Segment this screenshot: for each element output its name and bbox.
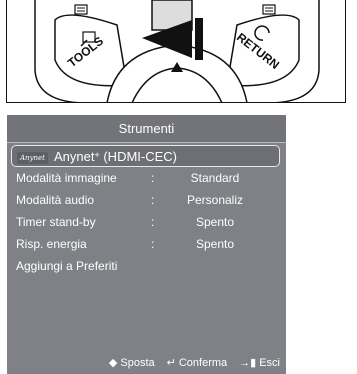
menu-item-picture-mode[interactable]: Modalità immagine : Standard xyxy=(7,167,286,189)
nav-pad xyxy=(106,44,248,102)
menu-title: Strumenti xyxy=(7,115,286,143)
footer-move: ◆ Sposta xyxy=(109,352,155,374)
menu-item-add-favorites[interactable]: Aggiungi a Preferiti xyxy=(7,255,286,277)
item-label: Modalità audio xyxy=(16,193,95,207)
item-value: Standard xyxy=(190,171,240,185)
item-colon: : xyxy=(151,215,155,229)
tools-menu: Strumenti Anynet Anynet+ (HDMI-CEC) Modal… xyxy=(7,115,286,374)
item-label: Aggiungi a Preferiti xyxy=(16,259,118,273)
remote-drawing xyxy=(34,0,320,102)
tools-small-icon xyxy=(74,4,88,15)
anynet-suffix: (HDMI-CEC) xyxy=(99,149,177,164)
anynet-label: Anynet xyxy=(53,149,95,164)
menu-item-sound-mode[interactable]: Modalità audio : Personaliz xyxy=(7,189,286,211)
item-value: Spento xyxy=(195,237,235,251)
up-down-arrow-icon: ◆ xyxy=(108,357,118,369)
item-value: Personaliz xyxy=(186,193,244,207)
item-label: Modalità immagine xyxy=(16,171,117,185)
move-label: Sposta xyxy=(120,357,155,369)
menu-item-anynet[interactable]: Anynet Anynet+ (HDMI-CEC) xyxy=(11,145,280,167)
enter-icon: ↵ xyxy=(166,357,176,369)
exit-icon: →▮ xyxy=(239,357,257,369)
item-colon: : xyxy=(151,193,155,207)
item-label: Risp. energia xyxy=(16,237,87,251)
return-small-icon xyxy=(262,4,276,15)
exit-label: Esci xyxy=(259,357,280,369)
menu-list: Anynet Anynet+ (HDMI-CEC) Modalità immagi… xyxy=(7,145,286,277)
anynet-plus: + xyxy=(94,150,100,160)
menu-item-energy-saving[interactable]: Risp. energia : Spento xyxy=(7,233,286,255)
confirm-label: Conferma xyxy=(178,357,228,369)
item-colon: : xyxy=(151,171,155,185)
item-colon: : xyxy=(151,237,155,251)
item-label: Timer stand-by xyxy=(16,215,96,229)
footer-confirm: ↵ Conferma xyxy=(167,352,228,374)
menu-footer: ◆ Sposta ↵ Conferma →▮ Esci xyxy=(7,352,286,374)
item-value: Spento xyxy=(195,215,235,229)
footer-exit: →▮ Esci xyxy=(239,352,280,374)
remote-illustration: TOOLS RETURN xyxy=(6,0,346,103)
anynet-logo-icon: Anynet xyxy=(17,151,48,164)
menu-item-sleep-timer[interactable]: Timer stand-by : Spento xyxy=(7,211,286,233)
